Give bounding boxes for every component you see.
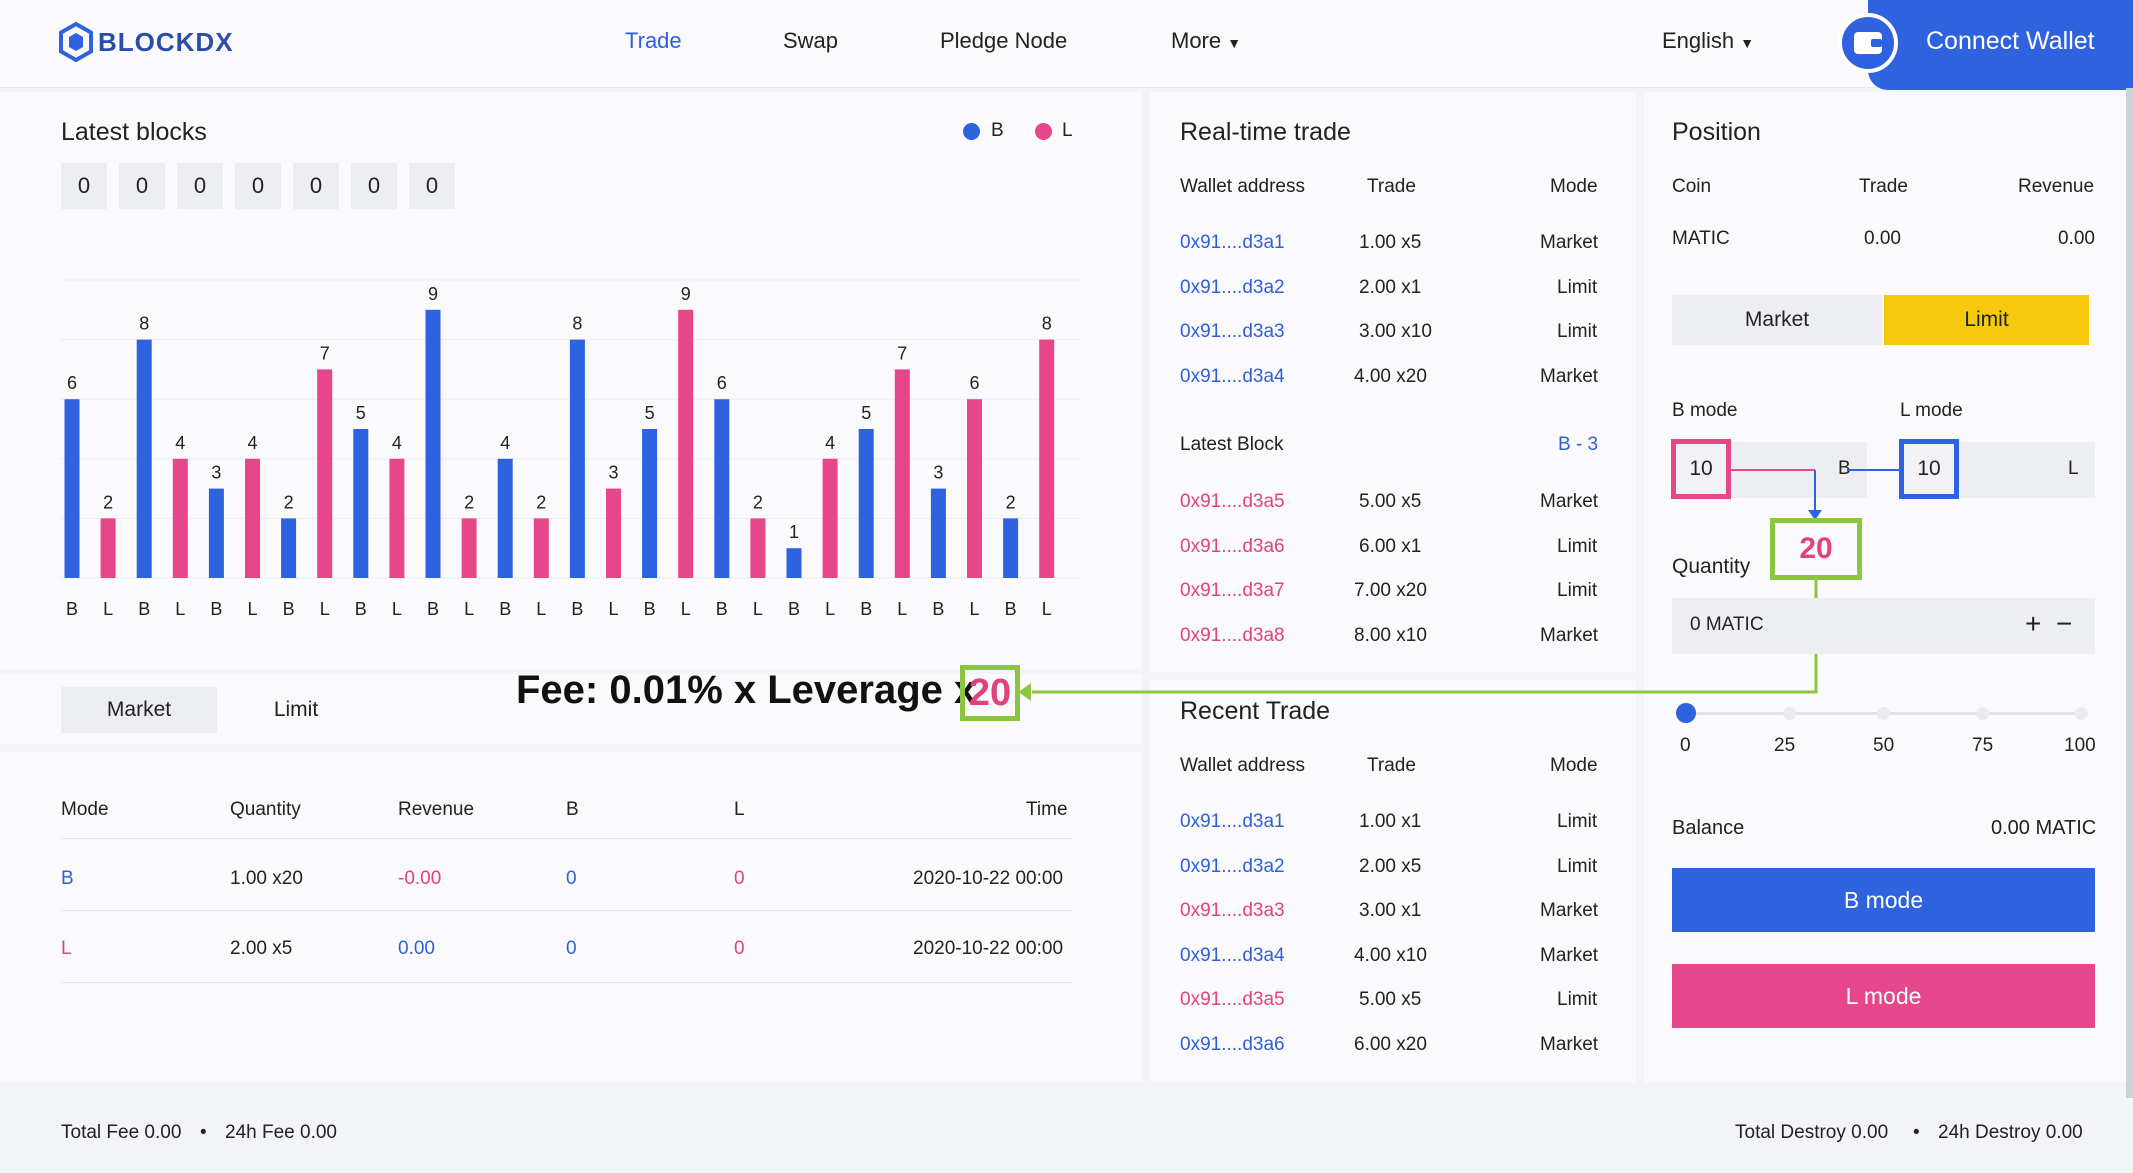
plus-icon[interactable]: + [2025,608,2041,640]
slider-label: 0 [1680,735,1691,756]
slider-tick [1783,707,1796,720]
footer-separator: • [1913,1122,1920,1143]
slider-label: 25 [1774,735,1796,756]
slider-label: 50 [1873,735,1895,756]
total-fee: Total Fee 0.00 [61,1122,182,1143]
slider-tick [1976,707,1989,720]
quantity-value: 0 MATIC [1690,614,1764,635]
slider-label: 100 [2064,735,2096,756]
quantity-label: Quantity [1672,555,1751,578]
footer-separator: • [200,1122,207,1143]
slider-tick [1877,707,1890,720]
fee-24h: 24h Fee 0.00 [225,1122,337,1143]
balance-value: 0.00 MATIC [1991,817,2097,839]
balance-label: Balance [1672,817,1745,839]
destroy-24h: 24h Destroy 0.00 [1938,1122,2083,1143]
slider-label: 75 [1972,735,1994,756]
b-mode-button[interactable]: B mode [1672,868,2095,932]
total-destroy: Total Destroy 0.00 [1735,1122,1889,1143]
minus-icon[interactable]: − [2056,608,2072,640]
slider-tick [2075,707,2088,720]
slider-handle[interactable] [1676,703,1696,723]
quantity-leverage-total: 20 [1770,518,1862,580]
l-mode-button[interactable]: L mode [1672,964,2095,1028]
